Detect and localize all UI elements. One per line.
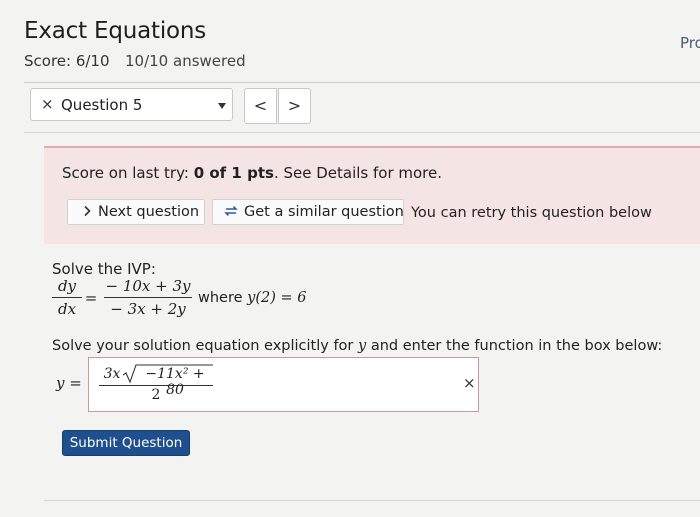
answer-denominator: 2	[151, 387, 161, 403]
result-banner	[44, 146, 700, 244]
cut-off-header-label: Pro	[680, 34, 700, 52]
question-select[interactable]: × Question 5	[30, 88, 233, 121]
submit-question-button[interactable]: Submit Question	[62, 430, 190, 456]
close-icon[interactable]: ×	[41, 95, 54, 113]
chevron-right-icon	[84, 205, 91, 217]
last-try-suffix: . See Details for more.	[273, 164, 443, 182]
similar-question-label: Get a similar question	[244, 204, 404, 220]
initial-condition: where y(2) = 6	[198, 290, 306, 306]
rhs-numerator: − 10x + 3y	[105, 277, 191, 295]
next-question-arrow-button[interactable]: >	[278, 88, 311, 124]
lhs-denominator: dx	[57, 300, 77, 318]
previous-question-button[interactable]: <	[244, 88, 277, 124]
divider	[44, 500, 700, 501]
caret-down-icon	[218, 103, 226, 109]
similar-question-button[interactable]: Get a similar question	[212, 199, 404, 225]
condition-math: y(2) = 6	[247, 290, 307, 306]
banner-accent-line	[44, 146, 700, 148]
answer-lhs: y =	[56, 374, 82, 392]
retry-text: You can retry this question below	[411, 205, 652, 221]
rhs-denominator: − 3x + 2y	[110, 300, 186, 318]
next-question-label: Next question	[98, 204, 200, 220]
instruction-text: Solve your solution equation explicitly …	[52, 338, 662, 354]
score-text: Score: 6/10	[24, 52, 110, 70]
lhs-numerator: dy	[57, 277, 77, 295]
instruction-prefix: Solve your solution equation explicitly …	[52, 338, 359, 354]
refresh-icon	[224, 205, 238, 217]
page-title: Exact Equations	[24, 18, 207, 44]
problem-intro: Solve the IVP:	[52, 260, 156, 278]
header: Exact Equations Score: 6/10 10/10 answer…	[0, 0, 700, 80]
next-question-button[interactable]: Next question	[67, 199, 205, 225]
close-icon[interactable]: ×	[463, 374, 476, 392]
lhs-fraction-bar	[52, 297, 82, 298]
equals-sign: =	[84, 289, 98, 307]
instruction-variable: y	[358, 338, 367, 354]
divider	[24, 82, 700, 83]
last-try-score: Score on last try: 0 of 1 pts. See Detai…	[62, 164, 442, 182]
instruction-suffix: and enter the function in the box below:	[366, 338, 663, 354]
last-try-prefix: Score on last try:	[62, 164, 194, 182]
rhs-fraction-bar	[104, 297, 192, 298]
answer-fraction-bar	[99, 385, 213, 386]
where-word: where	[198, 290, 243, 306]
question-select-label: Question 5	[61, 96, 143, 114]
last-try-points: 0 of 1 pts	[193, 164, 274, 182]
answered-count: 10/10 answered	[125, 52, 246, 70]
divider	[24, 132, 700, 133]
answer-coefficient: 3x	[103, 366, 121, 382]
